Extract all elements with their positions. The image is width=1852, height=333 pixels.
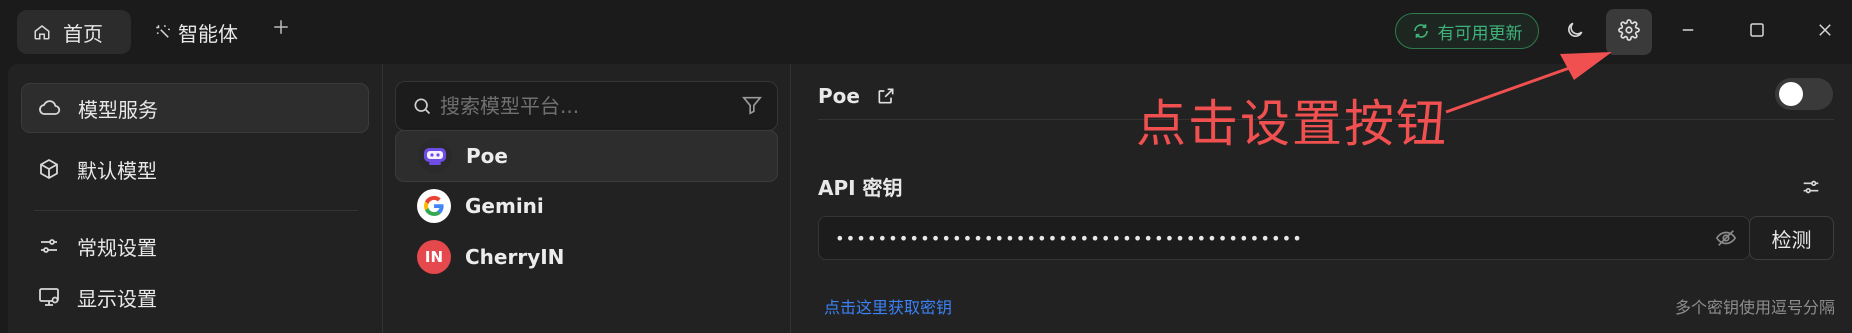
api-key-settings-icon[interactable] [1800, 176, 1822, 198]
search-icon [412, 96, 432, 116]
external-link-icon[interactable] [876, 86, 896, 106]
cloud-icon [36, 94, 64, 122]
provider-name: Poe [466, 144, 508, 168]
gear-icon [1618, 19, 1640, 45]
provider-item-gemini[interactable]: Gemini [395, 180, 778, 232]
api-key-field[interactable] [818, 216, 1750, 260]
maximize-icon [1748, 21, 1766, 43]
sidebar-item-default-model[interactable]: 默认模型 [21, 144, 369, 194]
settings-window: 模型服务 默认模型 常规设置 显示设置 搜索模型平台... Poe Gemini… [8, 64, 1852, 333]
cherryin-logo-icon: IN [417, 240, 451, 274]
close-icon [1816, 21, 1834, 43]
get-api-key-link[interactable]: 点击这里获取密钥 [824, 294, 952, 318]
provider-name: Gemini [465, 194, 544, 218]
api-key-label: API 密钥 [818, 176, 903, 200]
sidebar-item-display-settings[interactable]: 显示设置 [21, 272, 369, 322]
provider-name: CherryIN [465, 245, 565, 269]
moon-icon [1565, 20, 1585, 44]
sidebar-item-label: 显示设置 [77, 286, 157, 311]
sidebar-item-label: 常规设置 [77, 235, 157, 260]
provider-enable-toggle[interactable] [1775, 78, 1833, 110]
cube-icon [35, 155, 63, 183]
minimize-button[interactable] [1666, 12, 1710, 52]
maximize-button[interactable] [1735, 12, 1779, 52]
settings-button[interactable] [1606, 9, 1652, 55]
tab-agents-label: 智能体 [178, 21, 238, 46]
annotation-text: 点击设置按钮 [1136, 95, 1448, 153]
theme-toggle-button[interactable] [1555, 12, 1595, 52]
poe-logo-icon [418, 139, 452, 173]
sparkle-icon [152, 21, 174, 43]
provider-search-box[interactable] [395, 81, 778, 131]
provider-list-panel: Poe Gemini IN CherryIN [383, 64, 791, 333]
sidebar-item-model-services[interactable]: 模型服务 [21, 83, 369, 133]
filter-icon[interactable] [741, 94, 763, 116]
sidebar-item-label: 模型服务 [78, 97, 158, 122]
google-logo-icon [417, 189, 451, 223]
sidebar-item-general-settings[interactable]: 常规设置 [21, 221, 369, 271]
check-api-key-button[interactable]: 检测 [1749, 216, 1834, 260]
plus-icon [272, 18, 290, 40]
provider-search-input[interactable] [438, 93, 712, 119]
minimize-icon [1679, 21, 1697, 43]
add-tab-button[interactable] [266, 14, 296, 44]
settings-sidebar: 模型服务 默认模型 常规设置 显示设置 [8, 64, 383, 333]
home-icon [31, 21, 53, 43]
tab-home[interactable]: 首页 [17, 10, 131, 54]
close-button[interactable] [1803, 12, 1847, 52]
tab-home-label: 首页 [63, 21, 103, 46]
eye-off-icon[interactable] [1715, 227, 1737, 249]
monitor-icon [35, 283, 63, 311]
key-separator-hint: 多个密钥使用逗号分隔 [1674, 298, 1835, 317]
provider-title-text: Poe [818, 84, 860, 108]
refresh-icon [1412, 22, 1430, 40]
sidebar-item-label: 默认模型 [77, 158, 157, 183]
provider-title: Poe [818, 84, 896, 108]
provider-item-poe[interactable]: Poe [395, 130, 778, 182]
toggle-knob [1779, 82, 1803, 106]
update-available-button[interactable]: 有可用更新 [1395, 13, 1539, 49]
tab-agents[interactable]: 智能体 [140, 10, 252, 54]
sliders-icon [35, 232, 63, 260]
provider-item-cherryin[interactable]: IN CherryIN [395, 231, 778, 283]
api-key-input[interactable] [833, 227, 1697, 249]
update-label: 有可用更新 [1437, 23, 1523, 44]
sidebar-divider [34, 210, 358, 211]
title-bar: 首页 智能体 有可用更新 [0, 0, 1852, 64]
